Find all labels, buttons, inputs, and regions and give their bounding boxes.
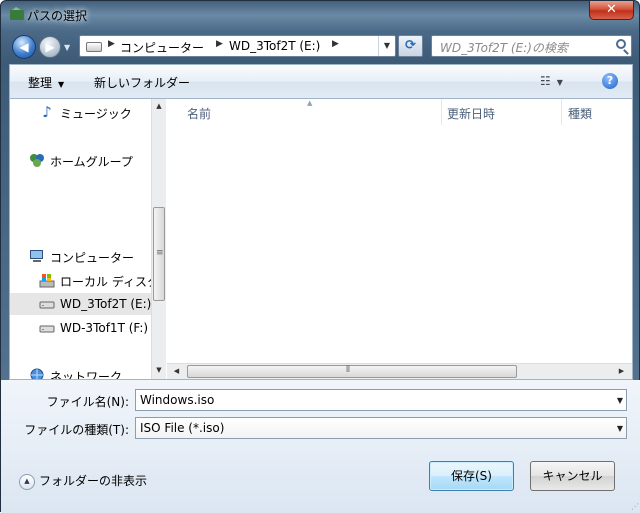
sidebar-item-local-disk[interactable]: ローカル ディスク bbox=[10, 269, 151, 291]
address-dropdown-icon[interactable]: ▼ bbox=[378, 36, 395, 56]
sidebar-item-music[interactable]: ♪ ミュージック bbox=[10, 101, 151, 123]
organize-label: 整理 bbox=[28, 76, 53, 90]
sidebar-item-homegroup[interactable]: ホームグループ bbox=[10, 149, 151, 171]
navigation-row: ◀ ▶ ▼ ▶ コンピューター ▶ WD_3Tof2T (E:) ▶ ▼ ⟳ W… bbox=[1, 30, 640, 62]
scroll-left-icon[interactable]: ◀ bbox=[169, 364, 184, 379]
sidebar-item-drive-f[interactable]: WD-3Tof1T (F:) bbox=[10, 317, 151, 339]
view-list-icon: ☷ bbox=[540, 74, 551, 88]
chevron-right-icon[interactable]: ▶ bbox=[108, 39, 115, 49]
column-divider[interactable] bbox=[441, 99, 442, 125]
sidebar-item-label: ホームグループ bbox=[50, 155, 133, 169]
navigation-pane: ♪ ミュージック ホームグループ コンピューター ローカル ディスク WD_3T… bbox=[10, 99, 166, 379]
breadcrumb-drive[interactable]: WD_3Tof2T (E:) bbox=[229, 39, 320, 53]
resize-grip-icon[interactable]: ⋰ bbox=[631, 502, 639, 511]
scroll-up-icon[interactable]: ▲ bbox=[152, 99, 166, 114]
search-icon[interactable] bbox=[616, 39, 626, 49]
sidebar-item-label: コンピューター bbox=[50, 251, 135, 265]
sidebar-item-label: ネットワーク bbox=[50, 370, 123, 379]
homegroup-icon bbox=[30, 154, 44, 167]
scroll-right-icon[interactable]: ▶ bbox=[614, 364, 629, 379]
cancel-button[interactable]: キャンセル bbox=[530, 461, 615, 491]
drive-icon bbox=[39, 301, 55, 309]
organize-button[interactable]: 整理 ▼ bbox=[28, 74, 64, 91]
sidebar-item-drive-e[interactable]: WD_3Tof2T (E:) bbox=[10, 293, 151, 315]
sidebar-scrollbar[interactable]: ▲ ≡ ▼ bbox=[151, 99, 166, 379]
dialog-footer: ファイル名(N): Windows.iso ▼ ファイルの種類(T): ISO … bbox=[1, 380, 640, 513]
chevron-right-icon[interactable]: ▶ bbox=[216, 39, 223, 49]
music-note-icon: ♪ bbox=[42, 103, 52, 121]
history-dropdown-icon[interactable]: ▼ bbox=[64, 43, 70, 52]
column-divider[interactable] bbox=[561, 99, 562, 125]
filename-input[interactable]: Windows.iso bbox=[140, 393, 214, 407]
filetype-select[interactable]: ISO File (*.iso) ▼ bbox=[135, 417, 627, 439]
content-area: ♪ ミュージック ホームグループ コンピューター ローカル ディスク WD_3T… bbox=[9, 98, 633, 380]
column-header-modified[interactable]: 更新日時 bbox=[447, 105, 495, 122]
sidebar-item-label: WD_3Tof2T (E:) bbox=[60, 297, 151, 311]
filename-field[interactable]: Windows.iso ▼ bbox=[135, 389, 627, 411]
file-list: ▲ 名前 更新日時 種類 ◀ ⦀ ▶ bbox=[167, 99, 632, 379]
chevron-up-icon: ▲ bbox=[19, 473, 35, 490]
sidebar-item-network[interactable]: ネットワーク bbox=[10, 364, 151, 379]
drive-icon bbox=[39, 325, 55, 333]
save-dialog: パスの選択 ✕ ◀ ▶ ▼ ▶ コンピューター ▶ WD_3Tof2T (E:)… bbox=[0, 0, 640, 513]
network-icon bbox=[30, 368, 44, 379]
chevron-down-icon[interactable]: ▼ bbox=[617, 396, 623, 405]
command-bar: 整理 ▼ 新しいフォルダー ☷ ▼ ? bbox=[9, 64, 633, 98]
refresh-button[interactable]: ⟳ bbox=[398, 35, 423, 57]
search-box[interactable]: WD_3Tof2T (E:)の検索 bbox=[431, 35, 632, 57]
horizontal-scrollbar[interactable]: ◀ ⦀ ▶ bbox=[167, 363, 632, 379]
chevron-down-icon[interactable]: ▼ bbox=[617, 424, 623, 433]
sidebar-item-label: ミュージック bbox=[60, 107, 132, 121]
breadcrumb-computer[interactable]: コンピューター bbox=[120, 39, 204, 56]
view-options-button[interactable]: ☷ ▼ bbox=[540, 74, 563, 88]
search-input[interactable]: WD_3Tof2T (E:)の検索 bbox=[440, 39, 568, 56]
sidebar-item-computer[interactable]: コンピューター bbox=[10, 245, 151, 267]
chevron-down-icon: ▼ bbox=[556, 78, 563, 87]
filetype-value: ISO File (*.iso) bbox=[140, 421, 225, 435]
window-title: パスの選択 bbox=[27, 9, 88, 23]
filetype-label: ファイルの種類(T): bbox=[24, 423, 129, 437]
back-button[interactable]: ◀ bbox=[12, 35, 36, 59]
local-disk-icon bbox=[39, 274, 55, 288]
sidebar-item-label: ローカル ディスク bbox=[60, 275, 151, 289]
chevron-down-icon: ▼ bbox=[58, 80, 65, 89]
help-icon[interactable]: ? bbox=[602, 73, 618, 89]
scrollbar-thumb[interactable]: ≡ bbox=[153, 207, 165, 301]
scroll-down-icon[interactable]: ▼ bbox=[152, 363, 166, 378]
filename-label: ファイル名(N): bbox=[46, 395, 129, 409]
new-folder-button[interactable]: 新しいフォルダー bbox=[94, 74, 190, 91]
column-header-type[interactable]: 種類 bbox=[568, 105, 592, 122]
sidebar-item-label: WD-3Tof1T (F:) bbox=[60, 321, 149, 335]
save-button[interactable]: 保存(S) bbox=[429, 461, 514, 491]
app-icon bbox=[10, 7, 24, 20]
hide-folders-label: フォルダーの非表示 bbox=[39, 474, 148, 488]
drive-icon bbox=[86, 42, 102, 52]
address-bar[interactable]: ▶ コンピューター ▶ WD_3Tof2T (E:) ▶ ▼ bbox=[79, 35, 396, 57]
scrollbar-thumb[interactable]: ⦀ bbox=[187, 365, 517, 378]
forward-button[interactable]: ▶ bbox=[39, 36, 61, 58]
hide-folders-toggle[interactable]: ▲ フォルダーの非表示 bbox=[19, 472, 147, 490]
close-button[interactable]: ✕ bbox=[589, 1, 634, 20]
computer-icon bbox=[30, 250, 43, 262]
sort-arrow-icon: ▲ bbox=[307, 99, 313, 107]
title-bar: パスの選択 ✕ bbox=[1, 1, 640, 29]
chevron-right-icon[interactable]: ▶ bbox=[332, 39, 339, 49]
column-header-name[interactable]: 名前 bbox=[187, 105, 211, 122]
